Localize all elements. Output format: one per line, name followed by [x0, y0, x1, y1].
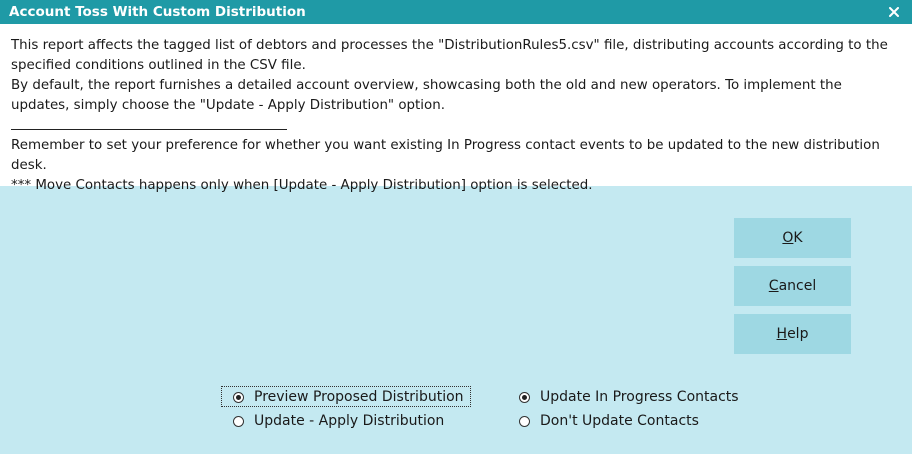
- radio-preview-label: Preview Proposed Distribution: [254, 389, 464, 405]
- radio-update-contacts[interactable]: Update In Progress Contacts: [519, 387, 739, 407]
- radio-apply-indicator[interactable]: [233, 415, 244, 427]
- cancel-button[interactable]: Cancel: [734, 266, 851, 306]
- radio-apply-distribution[interactable]: Update - Apply Distribution: [233, 411, 444, 431]
- radio-selected-dot: [522, 394, 527, 400]
- help-button[interactable]: Help: [734, 314, 851, 354]
- separator-rule: [11, 129, 287, 130]
- description-line-1: This report affects the tagged list of d…: [11, 38, 888, 73]
- description-line-3: Remember to set your preference for whet…: [11, 138, 880, 173]
- radio-selected-dot: [236, 394, 241, 400]
- ok-mnemonic: O: [782, 230, 794, 246]
- help-label-rest: elp: [787, 326, 809, 342]
- description-line-2: By default, the report furnishes a detai…: [11, 78, 842, 113]
- cancel-mnemonic: C: [768, 278, 779, 294]
- close-button[interactable]: [882, 0, 906, 24]
- window-title: Account Toss With Custom Distribution: [9, 4, 306, 20]
- radio-dont-indicator[interactable]: [519, 415, 530, 427]
- radio-preview-indicator[interactable]: [233, 391, 244, 403]
- close-icon: [889, 7, 899, 17]
- ok-button[interactable]: OK: [734, 218, 851, 258]
- cancel-label-rest: ancel: [778, 278, 817, 294]
- radio-dont-update-contacts[interactable]: Don't Update Contacts: [519, 411, 699, 431]
- description-line-4: *** Move Contacts happens only when [Upd…: [11, 178, 593, 193]
- radio-apply-label: Update - Apply Distribution: [254, 413, 445, 429]
- ok-label-rest: K: [793, 230, 803, 246]
- title-bar: Account Toss With Custom Distribution: [0, 0, 912, 24]
- radio-preview-distribution[interactable]: Preview Proposed Distribution: [233, 387, 464, 407]
- radio-dont-label: Don't Update Contacts: [540, 413, 699, 429]
- radio-update-label: Update In Progress Contacts: [540, 389, 739, 405]
- separator: [11, 116, 901, 136]
- description-panel: This report affects the tagged list of d…: [0, 24, 912, 193]
- radio-update-indicator[interactable]: [519, 391, 530, 403]
- help-mnemonic: H: [776, 326, 788, 342]
